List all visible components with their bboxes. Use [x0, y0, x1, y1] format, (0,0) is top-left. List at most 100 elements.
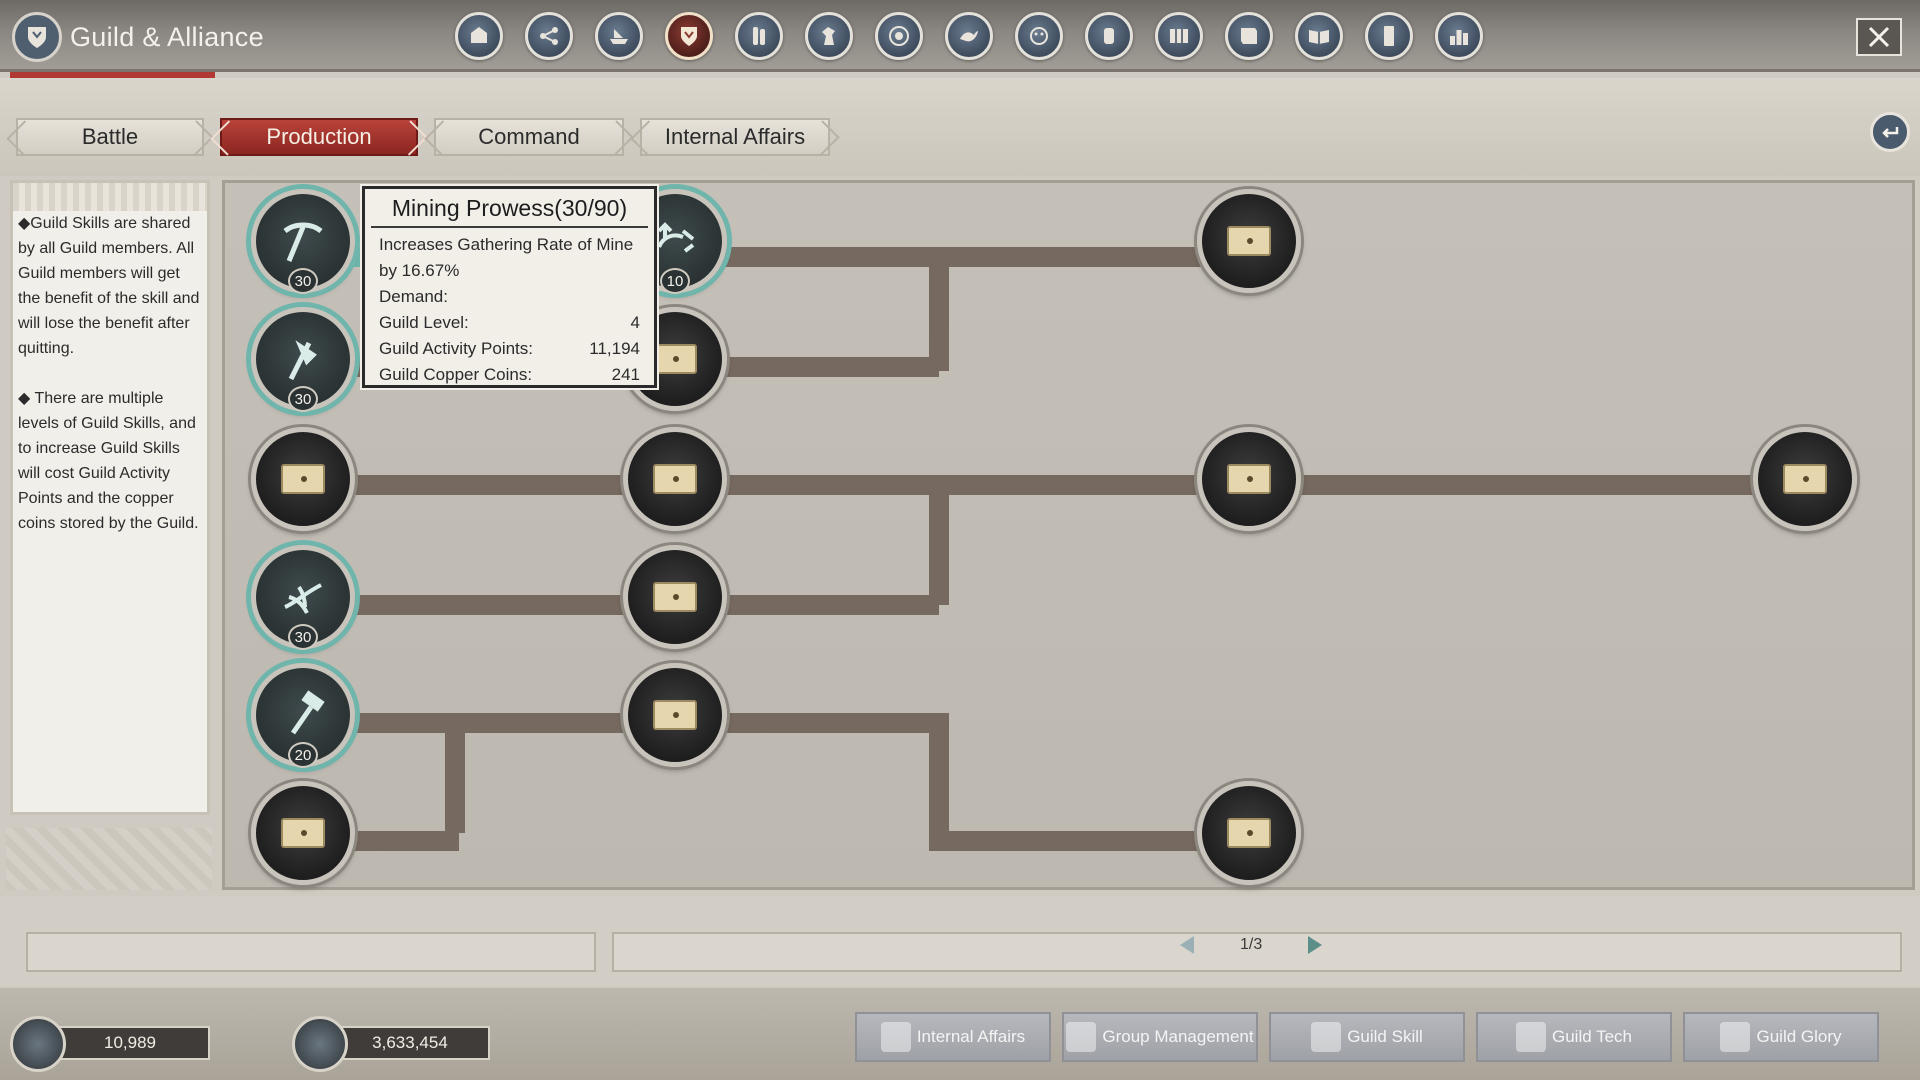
skill-node-locked[interactable]: [1197, 781, 1301, 885]
locked-icon: [1783, 464, 1827, 494]
row-label: Guild Level:: [379, 313, 469, 332]
skill-level: 30: [288, 386, 318, 412]
tech-icon: [1515, 1022, 1546, 1052]
row-label: Guild Activity Points:: [379, 339, 534, 358]
title-bar: Guild & Alliance: [0, 0, 1920, 72]
tooltip-title: Mining Prowess(30/90): [371, 189, 648, 228]
skill-node-smithing[interactable]: 20: [251, 663, 355, 768]
guild-emblem-icon: [12, 12, 62, 62]
locked-icon: [1227, 226, 1271, 256]
coins-icon: [10, 1016, 66, 1072]
skill-node-lumber[interactable]: 30: [251, 307, 355, 412]
row-value: 11,194: [589, 339, 640, 358]
return-arrow-icon: [1882, 127, 1899, 138]
tooltip-description: Increases Gathering Rate of Mine by 16.6…: [379, 235, 634, 280]
tab-label: Internal Affairs: [664, 124, 806, 149]
skill-node-locked[interactable]: [251, 781, 355, 885]
empty-slot: [26, 932, 596, 972]
skill-level: 30: [288, 624, 318, 650]
row-label: Guild Copper Coins:: [379, 365, 533, 384]
bottom-tab-internal-affairs[interactable]: Internal Affairs: [855, 1012, 1051, 1062]
bottom-tab-label: Internal Affairs: [916, 1027, 1026, 1046]
skill-tooltip: Mining Prowess(30/90) Increases Gatherin…: [360, 184, 659, 390]
target-icon[interactable]: [875, 12, 923, 60]
skill-level: 10: [660, 268, 690, 294]
guild-shield-icon[interactable]: [665, 12, 713, 60]
next-page-icon[interactable]: [1308, 936, 1323, 954]
locked-icon: [1227, 464, 1271, 494]
bottom-tab-label: Group Management: [1102, 1027, 1254, 1046]
seal-icon[interactable]: [1085, 12, 1133, 60]
close-button[interactable]: [1856, 18, 1902, 56]
glory-icon: [1720, 1022, 1751, 1052]
info-panel: ◆Guild Skills are shared by all Guild me…: [10, 180, 210, 815]
page-indicator: 1/3: [1240, 936, 1263, 953]
network-icon[interactable]: [525, 12, 573, 60]
top-nav: [455, 12, 1483, 60]
guild-hall-icon[interactable]: [455, 12, 503, 60]
open-book-icon[interactable]: [1295, 12, 1343, 60]
bottom-tab-group-management[interactable]: Group Management: [1062, 1012, 1258, 1062]
currency-value: 3,633,454: [372, 1033, 448, 1052]
pagination: 1/3: [1180, 936, 1323, 954]
tab-battle[interactable]: Battle: [16, 118, 204, 156]
silver-icon: [292, 1016, 348, 1072]
dragon-icon[interactable]: [945, 12, 993, 60]
tab-label: Command: [478, 124, 580, 149]
skill-level: 20: [288, 742, 318, 768]
ranking-icon[interactable]: [1435, 12, 1483, 60]
skill-node-locked[interactable]: [1197, 427, 1301, 531]
locked-icon: [281, 818, 325, 848]
skill-node-locked[interactable]: [1753, 427, 1857, 531]
panel-decoration: [6, 828, 212, 890]
info-text-2: ◆ There are multiple levels of Guild Ski…: [18, 390, 199, 532]
grain-icon: [284, 583, 322, 614]
skill-node-locked[interactable]: [251, 427, 355, 531]
close-icon: [1868, 26, 1890, 48]
book-icon[interactable]: [1225, 12, 1273, 60]
tooltip-row: Guild Copper Coins: 241: [379, 362, 640, 388]
currency-value: 10,989: [104, 1033, 156, 1052]
panel-ornament: [13, 183, 207, 211]
tablet-icon[interactable]: [1365, 12, 1413, 60]
bottom-tab-guild-skill[interactable]: Guild Skill: [1269, 1012, 1465, 1062]
locked-icon: [281, 464, 325, 494]
tab-internal-affairs[interactable]: Internal Affairs: [640, 118, 830, 156]
ship-icon[interactable]: [595, 12, 643, 60]
tooltip-row: Guild Level: 4: [379, 310, 640, 336]
tooltip-demand-label: Demand:: [379, 287, 448, 306]
locked-icon: [1227, 818, 1271, 848]
bottom-tab-label: Guild Tech: [1551, 1027, 1632, 1046]
locked-icon: [653, 464, 697, 494]
bottom-tab-guild-tech[interactable]: Guild Tech: [1476, 1012, 1672, 1062]
locked-icon: [653, 700, 697, 730]
tab-command[interactable]: Command: [434, 118, 624, 156]
skill-node-locked[interactable]: [1197, 189, 1301, 293]
skill-node-locked[interactable]: [623, 545, 727, 649]
map-icon[interactable]: [1155, 12, 1203, 60]
scroll-icon[interactable]: [735, 12, 783, 60]
skill-node-harvest[interactable]: 30: [251, 545, 355, 650]
window-title: Guild & Alliance: [70, 22, 264, 52]
tooltip-row: Guild Activity Points: 11,194: [379, 336, 640, 362]
locked-icon: [653, 582, 697, 612]
row-value: 4: [630, 313, 640, 332]
pickaxe-icon: [283, 222, 323, 262]
row-value: 241: [611, 365, 640, 384]
skill-level: 30: [288, 268, 318, 294]
bottom-tab-guild-glory[interactable]: Guild Glory: [1683, 1012, 1879, 1062]
skill-node-locked[interactable]: [623, 663, 727, 767]
banner-icon: [880, 1022, 911, 1052]
skill-node-locked[interactable]: [623, 427, 727, 531]
copper-balance: 10,989: [50, 1026, 210, 1060]
skill-node-mining[interactable]: 30: [251, 189, 355, 294]
skill-tree-icon: [1311, 1022, 1342, 1052]
horse-icon[interactable]: [805, 12, 853, 60]
axe-icon: [288, 340, 317, 381]
face-icon[interactable]: [1015, 12, 1063, 60]
bottom-tab-label: Guild Skill: [1347, 1027, 1423, 1046]
back-button[interactable]: [1870, 112, 1910, 152]
prev-page-icon[interactable]: [1180, 936, 1194, 954]
info-text-1: ◆Guild Skills are shared by all Guild me…: [18, 215, 200, 357]
tab-production[interactable]: Production: [220, 118, 418, 156]
